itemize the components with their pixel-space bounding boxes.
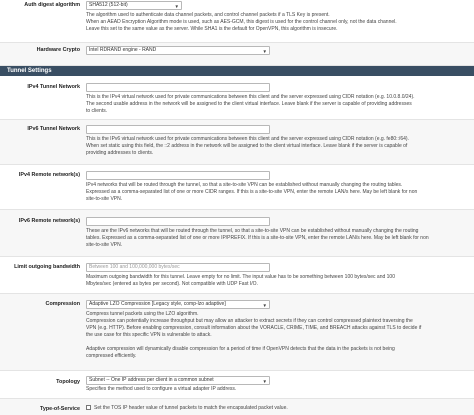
bandwidth-label: Limit outgoing bandwidth bbox=[14, 264, 80, 270]
auth-digest-row: Auth digest algorithm SHA512 (512-bit) ▼… bbox=[0, 0, 474, 43]
tunnel-settings-heading: Tunnel Settings bbox=[0, 66, 474, 76]
ipv6-remote-input[interactable] bbox=[86, 217, 270, 226]
compression-value: Adaptive LZO Compression [Legacy style, … bbox=[89, 301, 226, 307]
ipv4-tunnel-input[interactable] bbox=[86, 83, 270, 92]
bandwidth-input[interactable]: Between 100 and 100,000,000 bytes/sec bbox=[86, 263, 270, 272]
topology-row: Topology Subnet -- One IP address per cl… bbox=[0, 371, 474, 399]
ipv4-remote-help: IPv4 networks that will be routed throug… bbox=[86, 182, 418, 202]
chevron-down-icon: ▼ bbox=[262, 379, 267, 384]
ipv4-tunnel-label: IPv4 Tunnel Network bbox=[27, 84, 80, 90]
ipv4-tunnel-help: This is the IPv4 virtual network used fo… bbox=[86, 94, 415, 114]
compression-label: Compression bbox=[45, 301, 80, 307]
bandwidth-row: Limit outgoing bandwidth Between 100 and… bbox=[0, 257, 474, 294]
topology-value: Subnet -- One IP address per client in a… bbox=[89, 377, 214, 383]
ipv6-tunnel-help: This is the IPv6 virtual network used fo… bbox=[86, 136, 409, 156]
tos-help: Set the TOS IP header value of tunnel pa… bbox=[94, 405, 288, 411]
ipv6-remote-label: IPv6 Remote network(s) bbox=[18, 218, 80, 224]
tos-checkbox[interactable] bbox=[86, 405, 91, 410]
ipv6-remote-row: IPv6 Remote network(s) These are the IPv… bbox=[0, 210, 474, 257]
ipv4-remote-row: IPv4 Remote network(s) IPv4 networks tha… bbox=[0, 165, 474, 210]
hardware-crypto-value: Intel RDRAND engine - RAND bbox=[89, 47, 157, 53]
auth-digest-label: Auth digest algorithm bbox=[24, 2, 80, 8]
ipv6-tunnel-row: IPv6 Tunnel Network This is the IPv6 vir… bbox=[0, 120, 474, 165]
compression-select[interactable]: Adaptive LZO Compression [Legacy style, … bbox=[86, 300, 270, 309]
ipv6-remote-help: These are the IPv6 networks that will be… bbox=[86, 228, 429, 248]
compression-row: Compression Adaptive LZO Compression [Le… bbox=[0, 294, 474, 371]
ipv6-tunnel-input[interactable] bbox=[86, 125, 270, 134]
chevron-down-icon: ▼ bbox=[174, 4, 179, 9]
hardware-crypto-select[interactable]: Intel RDRAND engine - RAND ▼ bbox=[86, 46, 270, 55]
chevron-down-icon: ▼ bbox=[262, 49, 267, 54]
ipv4-tunnel-row: IPv4 Tunnel Network This is the IPv4 vir… bbox=[0, 79, 474, 120]
topology-select[interactable]: Subnet -- One IP address per client in a… bbox=[86, 376, 270, 385]
tos-row: Type-of-Service Set the TOS IP header va… bbox=[0, 399, 474, 415]
tos-label: Type-of-Service bbox=[39, 406, 80, 412]
openvpn-client-form: Auth digest algorithm SHA512 (512-bit) ▼… bbox=[0, 0, 474, 415]
topology-help: Specifies the method used to configure a… bbox=[86, 386, 237, 392]
auth-digest-value: SHA512 (512-bit) bbox=[89, 2, 128, 8]
ipv4-remote-label: IPv4 Remote network(s) bbox=[18, 172, 80, 178]
bandwidth-help: Maximum outgoing bandwidth for this tunn… bbox=[86, 274, 395, 287]
auth-digest-help: The algorithm used to authenticate data … bbox=[86, 12, 397, 32]
compression-help: Compress tunnel packets using the LZO al… bbox=[86, 311, 422, 359]
ipv6-tunnel-label: IPv6 Tunnel Network bbox=[27, 126, 80, 132]
topology-label: Topology bbox=[56, 379, 80, 385]
hardware-crypto-row: Hardware Crypto Intel RDRAND engine - RA… bbox=[0, 43, 474, 66]
auth-digest-select[interactable]: SHA512 (512-bit) ▼ bbox=[86, 1, 182, 10]
chevron-down-icon: ▼ bbox=[262, 303, 267, 308]
ipv4-remote-input[interactable] bbox=[86, 171, 270, 180]
hardware-crypto-label: Hardware Crypto bbox=[36, 47, 80, 53]
